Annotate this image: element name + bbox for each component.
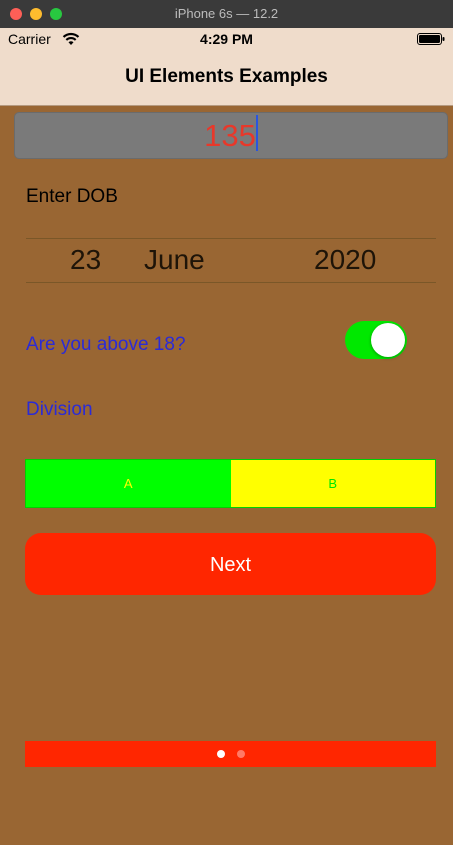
number-input-value: 135 bbox=[204, 118, 256, 153]
switch-knob bbox=[371, 323, 405, 357]
division-segmented-control: A B bbox=[25, 459, 436, 508]
segment-b[interactable]: B bbox=[230, 460, 435, 507]
page-control[interactable] bbox=[25, 741, 436, 767]
dob-label: Enter DOB bbox=[26, 186, 118, 207]
division-label: Division bbox=[26, 399, 93, 420]
text-caret bbox=[255, 115, 258, 151]
date-picker-year[interactable]: 2020 bbox=[314, 244, 376, 276]
status-time: 4:29 PM bbox=[200, 31, 253, 47]
page-dot[interactable] bbox=[237, 750, 245, 758]
age-toggle-label: Are you above 18? bbox=[26, 334, 186, 355]
battery-icon bbox=[417, 33, 445, 45]
simulator-title-bar: iPhone 6s — 12.2 bbox=[0, 0, 453, 29]
date-picker-month[interactable]: June bbox=[144, 244, 205, 276]
date-picker[interactable]: 23 June 2020 bbox=[26, 238, 436, 283]
next-button[interactable]: Next bbox=[25, 533, 436, 595]
age-toggle-switch[interactable] bbox=[345, 321, 407, 359]
simulator-window-title: iPhone 6s — 12.2 bbox=[174, 6, 279, 21]
page-title: UI Elements Examples bbox=[125, 66, 328, 87]
number-input[interactable]: 135 bbox=[14, 112, 448, 159]
page-dot-current[interactable] bbox=[217, 750, 225, 758]
simulator-window: iPhone 6s — 12.2 Carrier 4:29 PM UI Elem… bbox=[0, 0, 453, 845]
status-and-nav-bar: Carrier 4:29 PM UI Elements Examples bbox=[0, 28, 453, 106]
segment-a[interactable]: A bbox=[26, 460, 231, 507]
date-picker-day[interactable]: 23 bbox=[70, 244, 101, 276]
